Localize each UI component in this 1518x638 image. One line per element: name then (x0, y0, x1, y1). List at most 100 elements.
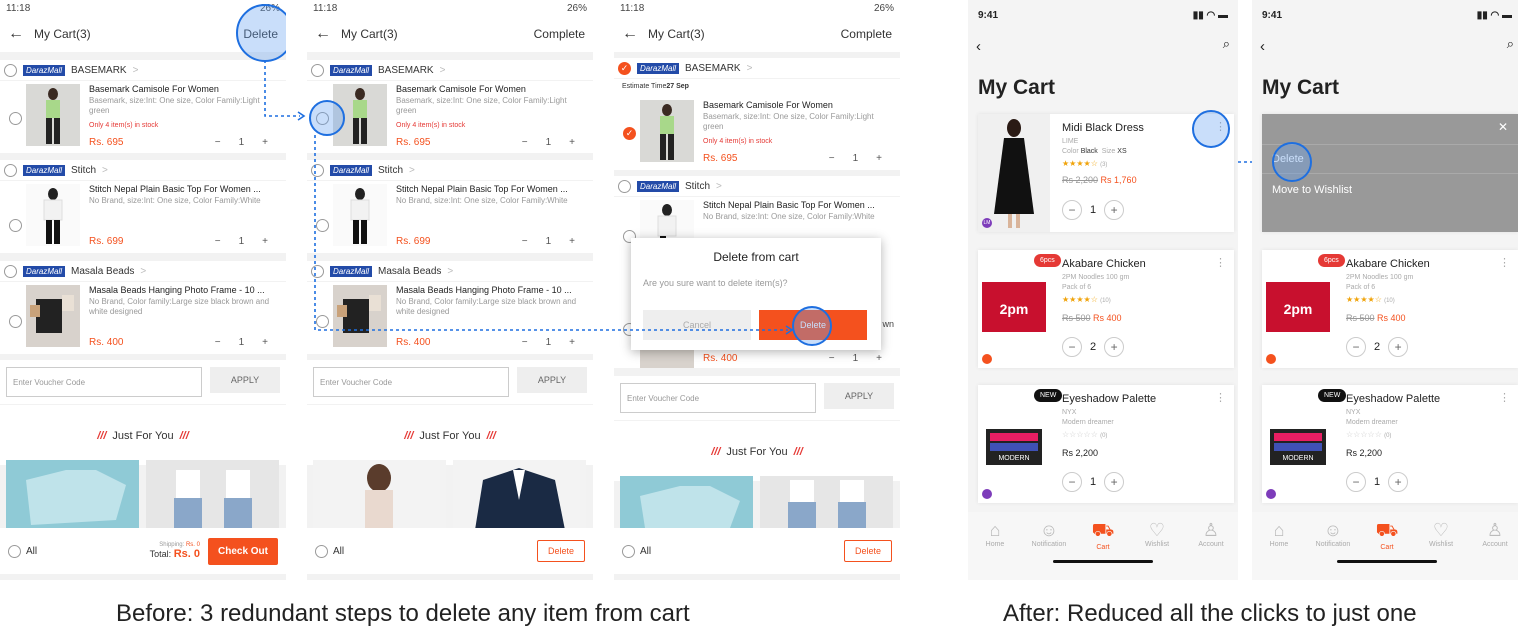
shop-checkbox[interactable] (4, 163, 17, 177)
dialog-cancel-button[interactable]: Cancel (643, 310, 751, 340)
item-checkbox[interactable] (9, 112, 22, 125)
qty-stepper[interactable]: −1 + (522, 337, 575, 348)
back-arrow-icon[interactable]: ← (315, 25, 331, 43)
apply-button[interactable]: APPLY (517, 367, 587, 393)
qty-stepper[interactable]: −1 + (1346, 472, 1409, 492)
search-icon[interactable]: ⌕ (1223, 36, 1230, 52)
minus-icon[interactable]: − (829, 353, 835, 364)
select-all-checkbox[interactable] (8, 544, 21, 558)
minus-icon[interactable]: − (1062, 200, 1082, 220)
minus-icon[interactable]: − (1062, 472, 1082, 492)
qty-stepper[interactable]: −1 + (829, 353, 882, 364)
plus-icon[interactable]: + (262, 236, 268, 247)
plus-icon[interactable]: + (1388, 472, 1409, 492)
select-all-checkbox[interactable] (622, 544, 635, 558)
shop-row-stitch[interactable]: DarazMall Stitch > (307, 160, 593, 180)
back-arrow-icon[interactable]: ← (8, 25, 24, 43)
shop-checkbox[interactable] (4, 264, 17, 278)
apply-button[interactable]: APPLY (210, 367, 280, 393)
select-all[interactable]: All (315, 544, 537, 558)
qty-stepper[interactable]: −1 + (522, 137, 575, 148)
plus-icon[interactable]: + (1388, 337, 1409, 357)
product-thumb-jeans[interactable] (760, 476, 893, 528)
product-thumb-jeans[interactable] (146, 460, 279, 530)
delete-button[interactable]: Delete (536, 540, 585, 562)
tab-cart[interactable]: ⛟ Cart (1362, 520, 1412, 580)
back-chevron-icon[interactable]: ‹ (1260, 38, 1265, 55)
voucher-input[interactable]: Enter Voucher Code (313, 367, 509, 397)
plus-icon[interactable]: + (262, 337, 268, 348)
item-checkbox[interactable] (316, 315, 329, 328)
apply-button[interactable]: APPLY (824, 383, 894, 409)
product-thumb-shirt[interactable] (620, 476, 753, 528)
minus-icon[interactable]: − (215, 236, 221, 247)
more-options-icon[interactable]: ⋮ (1215, 391, 1226, 404)
shop-row-masala[interactable]: DarazMall Masala Beads > (307, 261, 593, 281)
checkout-button[interactable]: Check Out (207, 537, 278, 565)
product-thumb-shirt-dark[interactable] (453, 460, 586, 530)
complete-button[interactable]: Complete (534, 27, 585, 41)
plus-icon[interactable]: + (262, 137, 268, 148)
qty-stepper[interactable]: −1 + (829, 153, 882, 164)
item-checkbox[interactable] (9, 315, 22, 328)
shop-row-stitch[interactable]: DarazMall Stitch > (614, 176, 900, 196)
qty-stepper[interactable]: −1 + (215, 137, 268, 148)
tab-notification[interactable]: ☺ Notification (1308, 520, 1358, 580)
plus-icon[interactable]: + (1104, 200, 1125, 220)
select-all[interactable]: All (8, 544, 150, 558)
plus-icon[interactable]: + (569, 337, 575, 348)
product-thumb-woman[interactable] (313, 460, 446, 530)
minus-icon[interactable]: − (829, 153, 835, 164)
voucher-input[interactable]: Enter Voucher Code (620, 383, 816, 413)
item-checkbox[interactable] (9, 219, 22, 232)
qty-stepper[interactable]: −1 + (1062, 200, 1125, 220)
minus-icon[interactable]: − (1346, 337, 1366, 357)
tab-wishlist[interactable]: ♡ Wishlist (1132, 520, 1182, 580)
select-all-checkbox[interactable] (315, 544, 328, 558)
qty-stepper[interactable]: −1 + (215, 236, 268, 247)
minus-icon[interactable]: − (215, 337, 221, 348)
tab-home[interactable]: ⌂ Home (1254, 520, 1304, 580)
shop-checkbox[interactable] (311, 163, 324, 177)
shop-row-basemark[interactable]: ✓ DarazMall BASEMARK > (614, 58, 900, 78)
qty-stepper[interactable]: −2 + (1062, 337, 1125, 357)
complete-button[interactable]: Complete (841, 27, 892, 41)
back-arrow-icon[interactable]: ← (622, 25, 638, 43)
voucher-input[interactable]: Enter Voucher Code (6, 367, 202, 397)
plus-icon[interactable]: + (1104, 337, 1125, 357)
more-options-icon[interactable]: ⋮ (1499, 391, 1510, 404)
shop-checkbox-checked[interactable]: ✓ (618, 61, 631, 75)
tab-notification[interactable]: ☺ Notification (1024, 520, 1074, 580)
qty-stepper[interactable]: −1 + (522, 236, 575, 247)
qty-stepper[interactable]: −1 + (1062, 472, 1125, 492)
shop-checkbox[interactable] (311, 63, 324, 77)
qty-stepper[interactable]: −1 + (215, 337, 268, 348)
search-icon[interactable]: ⌕ (1507, 36, 1514, 52)
item-checkbox-checked[interactable]: ✓ (623, 127, 636, 140)
tab-wishlist[interactable]: ♡ Wishlist (1416, 520, 1466, 580)
select-all[interactable]: All (622, 544, 844, 558)
shop-checkbox[interactable] (311, 264, 324, 278)
close-icon[interactable]: ✕ (1498, 120, 1508, 134)
menu-move-to-wishlist[interactable]: Move to Wishlist (1272, 184, 1352, 196)
delete-button[interactable]: Delete (843, 540, 892, 562)
minus-icon[interactable]: − (522, 236, 528, 247)
product-thumb-shirt[interactable] (6, 460, 139, 530)
shop-checkbox[interactable] (618, 179, 631, 193)
shop-row-basemark[interactable]: DarazMall BASEMARK > (307, 60, 593, 80)
shop-checkbox[interactable] (4, 63, 17, 77)
minus-icon[interactable]: − (1062, 337, 1082, 357)
minus-icon[interactable]: − (522, 337, 528, 348)
plus-icon[interactable]: + (1104, 472, 1125, 492)
more-options-icon[interactable]: ⋮ (1499, 256, 1510, 269)
tab-account[interactable]: ♙ Account (1470, 520, 1518, 580)
plus-icon[interactable]: + (569, 137, 575, 148)
plus-icon[interactable]: + (876, 153, 882, 164)
minus-icon[interactable]: − (215, 137, 221, 148)
item-checkbox[interactable] (316, 219, 329, 232)
minus-icon[interactable]: − (522, 137, 528, 148)
shop-row-basemark[interactable]: DarazMall BASEMARK > (0, 60, 286, 80)
tab-home[interactable]: ⌂ Home (970, 520, 1020, 580)
shop-row-stitch[interactable]: DarazMall Stitch > (0, 160, 286, 180)
qty-stepper[interactable]: −2 + (1346, 337, 1409, 357)
